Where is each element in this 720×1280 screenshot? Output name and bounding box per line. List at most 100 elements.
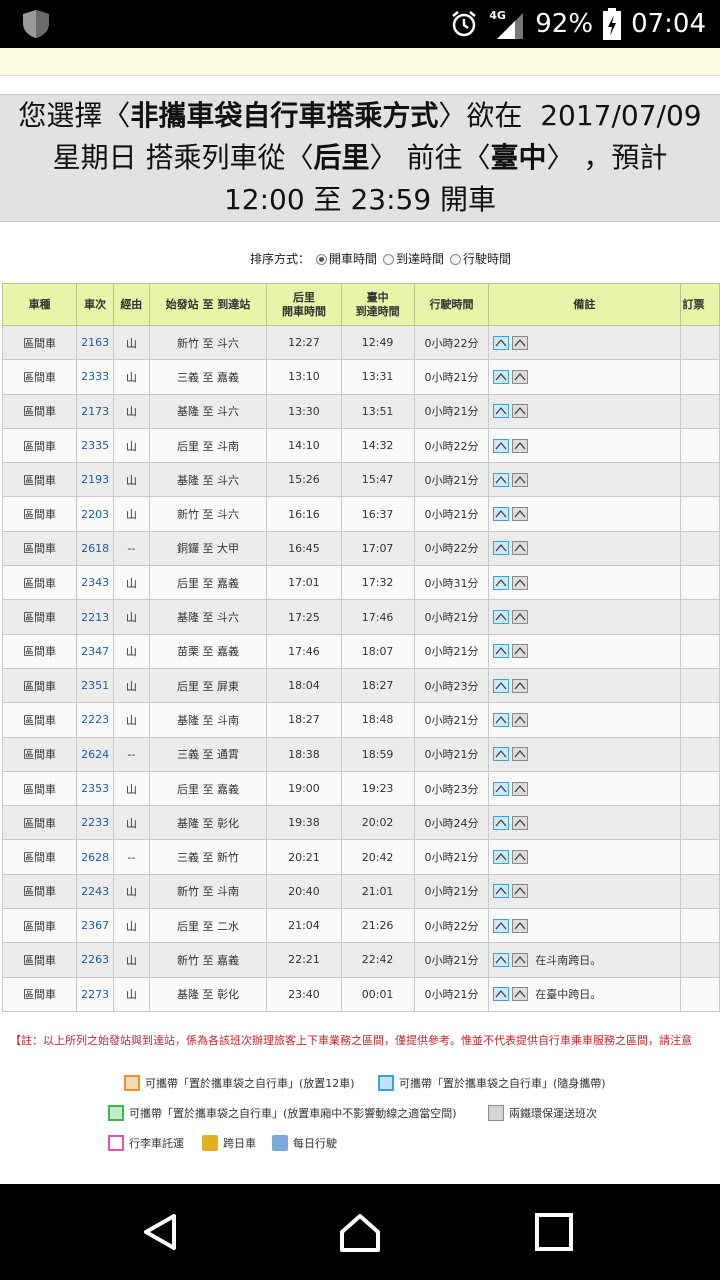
- train-no[interactable]: 2273: [76, 976, 115, 1012]
- remarks: [488, 736, 681, 772]
- col-arrival: 臺中 到達時間: [340, 283, 415, 326]
- home-icon[interactable]: [336, 1208, 384, 1256]
- eco-transport-icon: [512, 644, 529, 659]
- train-no[interactable]: 2243: [76, 873, 115, 910]
- duration: 0小時21分: [413, 976, 490, 1012]
- train-no[interactable]: 2233: [76, 805, 115, 841]
- back-icon[interactable]: [136, 1208, 184, 1256]
- train-no[interactable]: 2343: [76, 565, 115, 601]
- booking-cell: [679, 770, 720, 807]
- route: 苗栗 至 嘉義: [148, 633, 268, 669]
- duration: 0小時21分: [413, 942, 490, 978]
- col-departure: 后里 開車時間: [266, 283, 342, 326]
- duration: 0小時22分: [413, 324, 490, 361]
- train-no[interactable]: 2203: [76, 496, 115, 532]
- remarks: 在斗南跨日。: [488, 942, 681, 978]
- train-no[interactable]: 2173: [76, 393, 115, 429]
- eco-transport-icon: [512, 850, 529, 865]
- col-remarks: 備註: [488, 283, 681, 326]
- duration: 0小時24分: [413, 805, 490, 841]
- eco-transport-icon: [512, 438, 529, 453]
- luggage-icon: [108, 1135, 124, 1151]
- departure-time: 19:00: [266, 770, 342, 807]
- remarks: 在臺中跨日。: [488, 976, 681, 1012]
- train-no[interactable]: 2263: [76, 942, 115, 978]
- train-type: 區間車: [1, 359, 78, 395]
- bike-bag-carry-icon: [493, 747, 510, 762]
- remarks: [488, 908, 681, 944]
- bike-bag-carry-icon: [493, 918, 510, 933]
- arrival-time: 00:01: [340, 976, 415, 1012]
- via: 山: [113, 565, 150, 601]
- via: 山: [113, 324, 150, 361]
- eco-transport-icon: [512, 404, 529, 419]
- train-no[interactable]: 2628: [76, 839, 115, 875]
- booking-cell: [679, 599, 720, 635]
- summary-line-2: 星期日 搭乘列車從〈后里〉 前往〈臺中〉 ，預計: [52, 141, 668, 174]
- from-station: 后里: [313, 141, 370, 174]
- booking-cell: [679, 496, 720, 532]
- status-bar: 4G 92% 07:04: [0, 0, 720, 48]
- train-no[interactable]: 2618: [76, 530, 115, 567]
- table-row: 區間車 2333 山三義 至 嘉義 13:10 13:31 0小時21分: [1, 359, 720, 395]
- radio-icon[interactable]: [383, 254, 395, 265]
- bike-bag-carry-icon: [493, 575, 510, 590]
- train-type: 區間車: [1, 736, 78, 772]
- sort-option-arrival[interactable]: 到達時間: [383, 250, 444, 267]
- recents-icon[interactable]: [530, 1208, 578, 1256]
- radio-selected-icon[interactable]: [316, 254, 328, 265]
- eco-transport-icon: [488, 1105, 504, 1121]
- train-no[interactable]: 2624: [76, 736, 115, 772]
- train-no[interactable]: 2347: [76, 633, 115, 669]
- booking-cell: [679, 736, 720, 772]
- train-type: 區間車: [1, 702, 78, 738]
- train-type: 區間車: [1, 942, 78, 978]
- bike-bag-carry-icon: [493, 884, 510, 899]
- departure-time: 21:04: [266, 908, 342, 944]
- booking-cell: [679, 873, 720, 910]
- booking-cell: [679, 633, 720, 669]
- train-no[interactable]: 2353: [76, 770, 115, 807]
- eco-transport-icon: [512, 575, 529, 590]
- departure-time: 20:40: [266, 873, 342, 910]
- footnote: 【註：以上所列之始發站與到達站，係為各該班次辦理旅客上下車業務之區間，僅提供參考…: [10, 1034, 692, 1047]
- shield-icon: [23, 10, 49, 38]
- train-no[interactable]: 2223: [76, 702, 115, 738]
- via: 山: [113, 393, 150, 429]
- route: 新竹 至 斗南: [148, 873, 268, 910]
- train-no[interactable]: 2333: [76, 359, 115, 395]
- bike-bag-carry-icon: [493, 815, 510, 830]
- bike-bag-carry-icon: [493, 610, 510, 625]
- train-no[interactable]: 2335: [76, 427, 115, 464]
- train-no[interactable]: 2213: [76, 599, 115, 635]
- arrival-time: 21:26: [340, 908, 415, 944]
- sort-option-departure[interactable]: 開車時間: [316, 250, 377, 267]
- eco-transport-icon: [512, 541, 529, 556]
- table-row: 區間車 2351 山后里 至 屏東 18:04 18:27 0小時23分: [1, 667, 720, 704]
- sort-option-duration[interactable]: 行駛時間: [450, 250, 511, 267]
- train-no[interactable]: 2163: [76, 324, 115, 361]
- train-no[interactable]: 2351: [76, 667, 115, 704]
- train-no[interactable]: 2367: [76, 908, 115, 944]
- duration: 0小時21分: [413, 839, 490, 875]
- bike-bag-carry-icon: [493, 678, 510, 693]
- duration: 0小時21分: [413, 873, 490, 910]
- legend-item: 可攜帶「置於攜車袋之自行車」(隨身攜帶): [378, 1075, 606, 1091]
- bike-bag-carry-icon: [493, 404, 510, 419]
- route: 基隆 至 斗六: [148, 599, 268, 635]
- timetable: 車種 車次 經由 始發站 至 到達站 后里 開車時間 臺中 到達時間 行駛時間 …: [1, 283, 720, 1012]
- legend-item: 每日行駛: [272, 1135, 337, 1151]
- radio-icon[interactable]: [450, 254, 462, 265]
- arrival-time: 17:32: [340, 565, 415, 601]
- duration: 0小時21分: [413, 462, 490, 498]
- route: 三義 至 新竹: [148, 839, 268, 875]
- eco-transport-icon: [512, 987, 529, 1002]
- remarks: [488, 530, 681, 567]
- via: 山: [113, 942, 150, 978]
- via: 山: [113, 599, 150, 635]
- train-no[interactable]: 2193: [76, 462, 115, 498]
- col-train-no: 車次: [76, 283, 115, 326]
- arrival-time: 21:01: [340, 873, 415, 910]
- duration: 0小時21分: [413, 702, 490, 738]
- legend-item: 可攜帶「置於攜車袋之自行車」(放置12車): [124, 1075, 355, 1091]
